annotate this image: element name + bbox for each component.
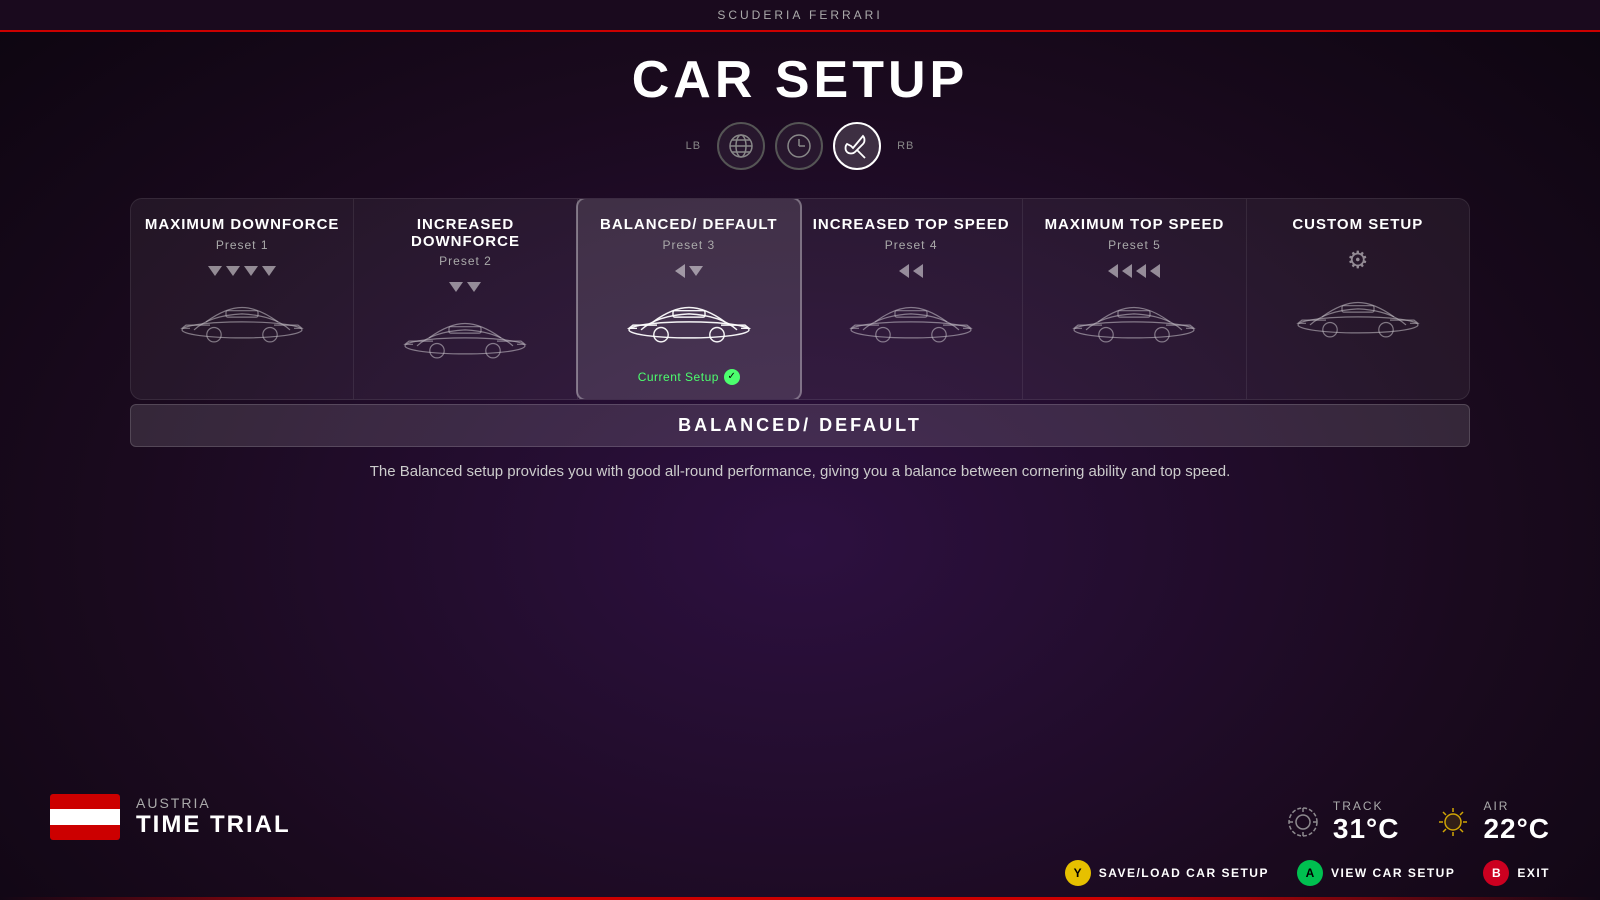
preset-4-title: INCREASED TOP SPEED xyxy=(813,217,1010,234)
custom-title: CUSTOM SETUP xyxy=(1292,217,1423,234)
tab-wrench[interactable] xyxy=(833,122,881,170)
arrow-4 xyxy=(262,266,276,276)
arrow-1 xyxy=(208,266,222,276)
preset-card-4[interactable]: INCREASED TOP SPEED Preset 4 xyxy=(800,199,1023,399)
arrow-left xyxy=(675,264,685,278)
arrow-4 xyxy=(1150,264,1160,278)
arrow-2 xyxy=(913,264,923,278)
tab-bar: LB RB xyxy=(680,122,921,170)
preset-4-subtitle: Preset 4 xyxy=(885,238,938,252)
arrow-down xyxy=(689,266,703,276)
preset-1-subtitle: Preset 1 xyxy=(216,238,269,252)
preset-3-title: BALANCED/ DEFAULT xyxy=(600,217,778,234)
gear-icon: ⚙ xyxy=(1347,246,1369,275)
setup-info-bar: BALANCED/ DEFAULT xyxy=(130,404,1470,447)
check-icon: ✓ xyxy=(724,369,740,385)
preset-1-title: MAXIMUM DOWNFORCE xyxy=(145,217,339,234)
preset-2-subtitle: Preset 2 xyxy=(439,254,492,268)
arrow-1 xyxy=(449,282,463,292)
selected-setup-title: BALANCED/ DEFAULT xyxy=(678,415,922,435)
main-content: CAR SETUP LB RB xyxy=(0,0,1600,900)
current-setup-label: Current Setup xyxy=(638,370,719,384)
arrow-2 xyxy=(226,266,240,276)
current-setup-badge: Current Setup ✓ xyxy=(638,369,740,385)
preset-5-arrows xyxy=(1108,262,1160,280)
arrow-3 xyxy=(1136,264,1146,278)
setup-description: The Balanced setup provides you with goo… xyxy=(130,461,1470,484)
preset-card-2[interactable]: INCREASED DOWNFORCE Preset 2 xyxy=(354,199,577,399)
arrow-1 xyxy=(899,264,909,278)
arrow-2 xyxy=(467,282,481,292)
preset-5-car xyxy=(1033,286,1235,361)
preset-3-arrows xyxy=(675,262,703,280)
preset-2-car xyxy=(364,302,566,377)
tab-rb[interactable]: RB xyxy=(891,138,920,154)
preset-card-custom[interactable]: CUSTOM SETUP ⚙ xyxy=(1247,199,1469,399)
cards-row: MAXIMUM DOWNFORCE Preset 1 xyxy=(130,198,1470,400)
tab-lb[interactable]: LB xyxy=(680,138,707,154)
preset-1-arrows xyxy=(208,262,276,280)
arrow-1 xyxy=(1108,264,1118,278)
tab-globe[interactable] xyxy=(717,122,765,170)
preset-4-arrows xyxy=(899,262,923,280)
preset-3-subtitle: Preset 3 xyxy=(662,238,715,252)
preset-2-title: INCREASED DOWNFORCE xyxy=(364,217,566,250)
preset-5-subtitle: Preset 5 xyxy=(1108,238,1161,252)
presets-container: MAXIMUM DOWNFORCE Preset 1 xyxy=(130,198,1470,483)
preset-2-arrows xyxy=(449,278,481,296)
top-bar: SCUDERIA FERRARI xyxy=(0,0,1600,32)
team-name: SCUDERIA FERRARI xyxy=(717,8,882,22)
preset-5-title: MAXIMUM TOP SPEED xyxy=(1045,217,1225,234)
page-title: CAR SETUP xyxy=(632,50,968,110)
arrow-3 xyxy=(244,266,258,276)
custom-car xyxy=(1257,281,1459,356)
preset-card-1[interactable]: MAXIMUM DOWNFORCE Preset 1 xyxy=(131,199,354,399)
preset-card-3[interactable]: BALANCED/ DEFAULT Preset 3 xyxy=(576,198,802,400)
tab-clock[interactable] xyxy=(775,122,823,170)
preset-4-car xyxy=(810,286,1012,361)
arrow-2 xyxy=(1122,264,1132,278)
preset-1-car xyxy=(141,286,343,361)
preset-3-car xyxy=(588,286,790,361)
preset-card-5[interactable]: MAXIMUM TOP SPEED Preset 5 xyxy=(1023,199,1246,399)
